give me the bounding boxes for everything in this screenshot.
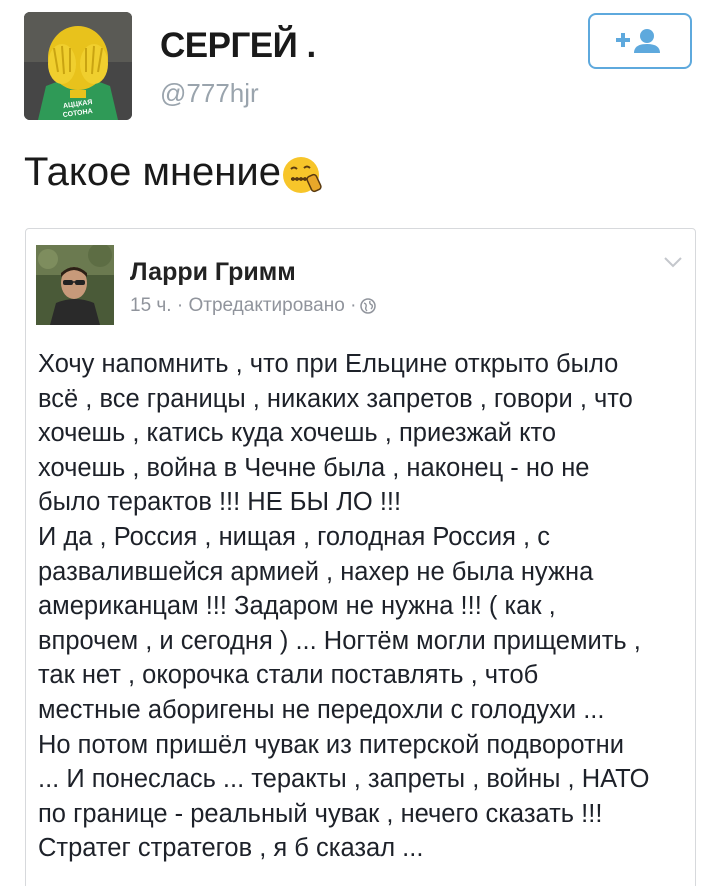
- globe-icon: [360, 298, 377, 314]
- post-body-line: Хочу напомнить , что при Ельцине открыто…: [38, 350, 619, 378]
- post-body-line: Но потом пришёл чувак из питерской подво…: [38, 730, 624, 759]
- post-body-line: местные аборигены не передохли с голодух…: [38, 695, 605, 724]
- post-body-line: хочешь , катись куда хочешь , приезжай к…: [38, 419, 557, 448]
- post-body-line: американцам !!! Задаром не нужна !!! ( к…: [38, 592, 556, 621]
- post-author-name[interactable]: Ларри Гримм: [130, 258, 296, 287]
- post-author-avatar[interactable]: [36, 245, 114, 325]
- chevron-down-icon[interactable]: [663, 255, 683, 268]
- post-body-line: ... И понеслась ... теракты , запреты , …: [38, 765, 650, 794]
- post-body-line: И да , Россия , нищая , голодная Россия …: [38, 522, 550, 551]
- post-body-line: по границе - реальный чувак , нечего ска…: [38, 799, 603, 828]
- post-meta: 15 ч. · Отредактировано ·: [130, 295, 377, 317]
- author-display-name[interactable]: СЕРГЕЙ .: [160, 26, 316, 66]
- post-author-photo: [36, 245, 114, 325]
- tweet-screenshot: АЦЦКАЯ СОТОНА СЕРГЕЙ . @777hjr Такое мне…: [0, 0, 720, 886]
- tweet-text-content: Такое мнение: [24, 150, 281, 194]
- author-avatar[interactable]: АЦЦКАЯ СОТОНА: [24, 12, 132, 120]
- post-meta-text: 15 ч. · Отредактировано ·: [130, 295, 357, 316]
- post-body: Хочу напомнить , что при Ельцине открыто…: [38, 347, 688, 866]
- post-body-line: хочешь , война в Чечне была , наконец - …: [38, 453, 590, 482]
- post-body-line: Стратег стратегов , я б сказал ...: [38, 834, 424, 863]
- avatar-image: АЦЦКАЯ СОТОНА: [24, 12, 132, 120]
- tweet-text: Такое мнение: [24, 150, 325, 195]
- post-body-line: было терактов !!! НЕ БЫ ЛО !!!: [38, 488, 402, 517]
- follow-button[interactable]: [588, 13, 692, 69]
- post-body-line: так нет , окорочка стали поставлять , чт…: [38, 661, 539, 690]
- add-user-icon: [616, 29, 660, 53]
- embedded-post-card[interactable]: Ларри Гримм 15 ч. · Отредактировано · Хо…: [25, 228, 696, 886]
- post-body-line: развалившейся армией , нахер не была нуж…: [38, 557, 594, 586]
- post-body-line: впрочем , и сегодня ) ... Ногтём могли п…: [38, 626, 641, 655]
- zipper-mouth-emoji-icon: [281, 151, 325, 195]
- author-handle[interactable]: @777hjr: [160, 78, 259, 109]
- post-body-line: всё , все границы , никаких запретов , г…: [38, 384, 633, 413]
